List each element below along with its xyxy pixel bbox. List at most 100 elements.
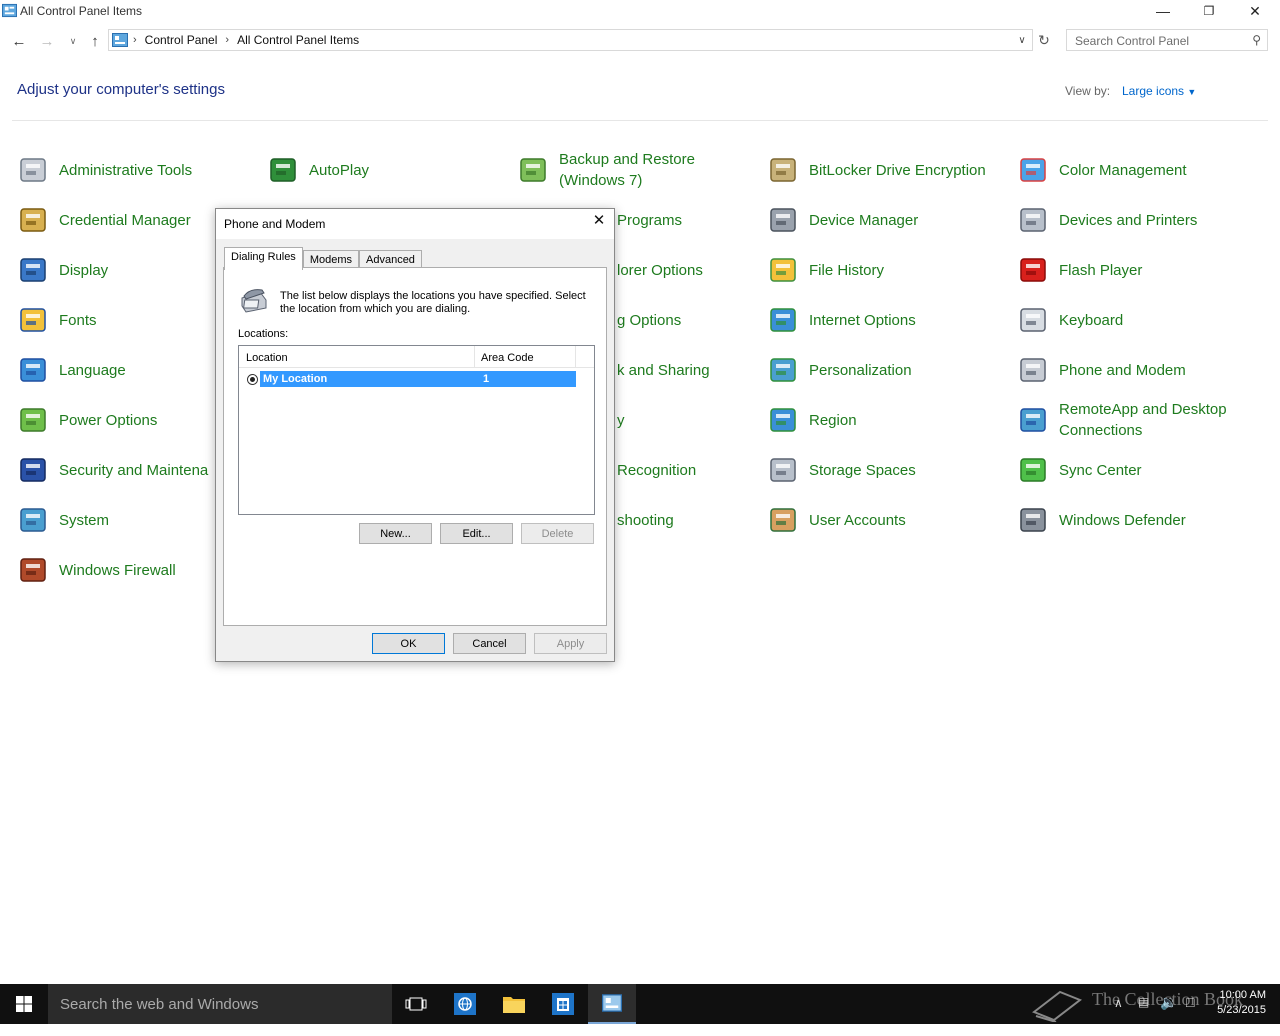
- cp-item-system[interactable]: System: [17, 500, 109, 540]
- cp-item-bitlocker[interactable]: BitLocker Drive Encryption: [767, 150, 986, 190]
- dialog-description: The list below displays the locations yo…: [280, 290, 586, 315]
- cp-item-remoteapp[interactable]: RemoteApp and Desktop Connections: [1017, 400, 1227, 440]
- forward-button[interactable]: →: [36, 30, 58, 52]
- column-divider[interactable]: [575, 346, 576, 368]
- back-button[interactable]: ←: [8, 30, 30, 52]
- chevron-up-icon: ∧: [1114, 996, 1123, 1010]
- clock-time: 10:00 AM: [1219, 989, 1266, 1001]
- restore-icon: ❐: [1203, 4, 1215, 18]
- recent-locations-button[interactable]: ∨: [62, 30, 84, 52]
- locations-label: Locations:: [238, 328, 289, 340]
- cp-item-network-sharing[interactable]: k and Sharing: [617, 350, 710, 390]
- column-area-code[interactable]: Area Code: [481, 352, 534, 364]
- minimize-button[interactable]: —: [1140, 0, 1186, 22]
- cp-item-speech-recognition[interactable]: Recognition: [617, 450, 696, 490]
- cp-item-explorer-options[interactable]: lorer Options: [617, 250, 703, 290]
- view-by-value: Large icons: [1122, 84, 1185, 98]
- cp-item-personalization[interactable]: Personalization: [767, 350, 912, 390]
- cp-item-devices-printers[interactable]: Devices and Printers: [1017, 200, 1197, 240]
- cp-item-admin-tools[interactable]: Administrative Tools: [17, 150, 192, 190]
- action-center-icon[interactable]: □: [1186, 994, 1194, 1034]
- address-bar[interactable]: › Control Panel › All Control Panel Item…: [108, 29, 1033, 51]
- caret-down-icon: ▼: [1187, 87, 1197, 97]
- book-logo-icon: [1031, 990, 1083, 1022]
- edit-button[interactable]: Edit...: [440, 523, 513, 544]
- cancel-button[interactable]: Cancel: [453, 633, 526, 654]
- new-button[interactable]: New...: [359, 523, 432, 544]
- cp-item-storage-spaces[interactable]: Storage Spaces: [767, 450, 916, 490]
- address-dropdown-button[interactable]: ∨: [1014, 32, 1030, 48]
- cp-item-internet-options[interactable]: Internet Options: [767, 300, 916, 340]
- ok-button[interactable]: OK: [372, 633, 445, 654]
- control-panel-icon: [2, 3, 17, 18]
- column-location[interactable]: Location: [246, 352, 288, 364]
- internet-options-icon: [770, 308, 796, 332]
- dialog-close-button[interactable]: ✕: [584, 209, 614, 231]
- cp-item-troubleshooting[interactable]: shooting: [617, 500, 674, 540]
- breadcrumb-control-panel[interactable]: Control Panel: [145, 33, 218, 47]
- cp-item-indexing-options[interactable]: g Options: [617, 300, 681, 340]
- cp-item-security-maintenance[interactable]: Security and Maintena: [17, 450, 208, 490]
- close-button[interactable]: ✕: [1232, 0, 1278, 22]
- start-button[interactable]: [0, 984, 48, 1024]
- breadcrumb-all-items[interactable]: All Control Panel Items: [237, 33, 359, 47]
- remoteapp-icon: [1020, 408, 1046, 432]
- cp-item-default-programs[interactable]: Programs: [617, 200, 682, 240]
- taskbar-store-button[interactable]: [539, 984, 587, 1024]
- restore-button[interactable]: ❐: [1186, 0, 1232, 22]
- cp-item-power-options[interactable]: Power Options: [17, 400, 157, 440]
- cp-item-region[interactable]: Region: [767, 400, 857, 440]
- network-icon[interactable]: ▤: [1138, 995, 1149, 1035]
- search-input[interactable]: Search Control Panel ⚲: [1066, 29, 1268, 51]
- minimize-icon: —: [1156, 3, 1170, 19]
- cp-item-label: Display: [59, 261, 109, 279]
- apply-button[interactable]: Apply: [534, 633, 607, 654]
- show-hidden-icons-button[interactable]: ∧: [1114, 996, 1123, 1036]
- cp-item-display[interactable]: Display: [17, 250, 108, 290]
- column-divider[interactable]: [474, 346, 475, 368]
- cp-item-device-manager[interactable]: Device Manager: [767, 200, 918, 240]
- cp-item-color-management[interactable]: Color Management: [1017, 150, 1187, 190]
- search-icon: ⚲: [1252, 33, 1261, 47]
- up-button[interactable]: ↑: [84, 30, 106, 52]
- cp-item-fonts[interactable]: Fonts: [17, 300, 97, 340]
- task-view-button[interactable]: [392, 984, 440, 1024]
- chevron-right-icon: ›: [133, 34, 137, 46]
- table-row[interactable]: My Location 1: [260, 371, 576, 387]
- taskbar-control-panel-button[interactable]: [588, 984, 636, 1024]
- cp-item-windows-firewall[interactable]: Windows Firewall: [17, 550, 176, 590]
- taskbar-edge-button[interactable]: [441, 984, 489, 1024]
- cp-item-file-history[interactable]: File History: [767, 250, 884, 290]
- cp-item-phone-modem[interactable]: Phone and Modem: [1017, 350, 1186, 390]
- refresh-button[interactable]: ↻: [1034, 30, 1054, 50]
- cp-item-flash-player[interactable]: Flash Player: [1017, 250, 1142, 290]
- autoplay-icon: [270, 158, 296, 182]
- cp-item-label: Flash Player: [1059, 261, 1143, 279]
- taskbar-explorer-button[interactable]: [490, 984, 538, 1024]
- tab-dialing-rules[interactable]: Dialing Rules: [224, 247, 303, 270]
- cp-item-keyboard[interactable]: Keyboard: [1017, 300, 1123, 340]
- cp-item-label: Sync Center: [1059, 461, 1142, 479]
- bitlocker-icon: [770, 158, 796, 182]
- cp-item-label: Color Management: [1059, 161, 1187, 179]
- volume-icon[interactable]: 🔉: [1160, 994, 1177, 1034]
- phone-modem-icon: [1020, 358, 1046, 382]
- cp-item-autoplay[interactable]: AutoPlay: [267, 150, 369, 190]
- cp-item-sync-center[interactable]: Sync Center: [1017, 450, 1142, 490]
- cp-item-recovery[interactable]: y: [617, 400, 625, 440]
- locations-list[interactable]: Location Area Code My Location 1: [238, 345, 595, 515]
- cp-item-user-accounts[interactable]: User Accounts: [767, 500, 906, 540]
- taskbar-search-input[interactable]: Search the web and Windows: [48, 984, 392, 1024]
- selected-location-radio-icon[interactable]: [247, 374, 258, 385]
- cp-item-windows-defender[interactable]: Windows Defender: [1017, 500, 1186, 540]
- cp-item-language[interactable]: Language: [17, 350, 126, 390]
- delete-button[interactable]: Delete: [521, 523, 594, 544]
- cp-item-credential-manager[interactable]: Credential Manager: [17, 200, 191, 240]
- cp-item-backup[interactable]: Backup and Restore (Windows 7): [517, 150, 695, 190]
- view-by-dropdown[interactable]: Large icons ▼: [1122, 84, 1196, 98]
- divider: [12, 120, 1268, 121]
- clock[interactable]: 10:00 AM 5/23/2015: [1217, 988, 1266, 1018]
- cp-item-label: g Options: [617, 311, 682, 329]
- list-header: Location Area Code: [239, 346, 594, 368]
- up-arrow-icon: ↑: [91, 32, 99, 50]
